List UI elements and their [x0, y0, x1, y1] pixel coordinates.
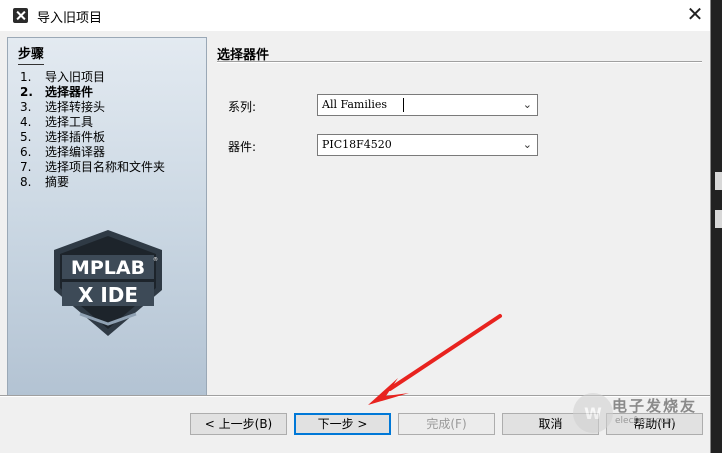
svg-text:®: ®	[153, 256, 158, 263]
next-button[interactable]: 下一步 >	[294, 413, 391, 435]
device-label: 器件:	[228, 140, 257, 154]
window-title: 导入旧项目	[37, 11, 103, 26]
background-widget	[715, 172, 722, 190]
background-widget	[715, 210, 722, 228]
step-item: 1. 导入旧项目	[20, 70, 106, 84]
app-icon	[13, 8, 28, 23]
steps-list: 1. 导入旧项目 2. 选择器件 3. 选择转接头 4. 选择工具 5. 选择插件板 6.…	[20, 70, 165, 190]
family-select[interactable]: All Families ⌄	[317, 94, 538, 116]
svg-text:X IDE: X IDE	[78, 283, 138, 307]
watermark-url: elecfans.com	[615, 416, 675, 426]
chevron-down-icon[interactable]: ⌄	[523, 98, 532, 111]
chevron-down-icon[interactable]: ⌄	[523, 138, 532, 151]
step-item: 3. 选择转接头	[20, 100, 106, 114]
mplab-x-ide-logo: MPLAB ® X IDE	[54, 230, 162, 336]
steps-title: 步骤	[18, 43, 45, 65]
step-item: 5. 选择插件板	[20, 130, 106, 144]
svg-text:W: W	[584, 404, 602, 423]
device-select[interactable]: PIC18F4520 ⌄	[317, 134, 538, 156]
step-item-current: 2. 选择器件	[20, 85, 94, 99]
steps-panel: 步骤 1. 导入旧项目 2. 选择器件 3. 选择转接头 4. 选择工具 5. 选择插件板…	[7, 37, 207, 396]
svg-text:MPLAB: MPLAB	[71, 257, 145, 279]
divider	[217, 62, 702, 63]
close-button[interactable]: ✕	[682, 3, 708, 27]
family-label: 系列:	[228, 100, 257, 114]
title-bar[interactable]: 导入旧项目 ✕	[0, 0, 710, 31]
back-button[interactable]: < 上一步(B)	[190, 413, 287, 435]
step-item: 8. 摘要	[20, 175, 70, 189]
family-value: All Families	[322, 98, 388, 111]
watermark-text: 电子发烧友	[612, 397, 698, 415]
finish-button[interactable]: 完成(F)	[398, 413, 495, 435]
text-caret	[403, 98, 404, 112]
step-item: 6. 选择编译器	[20, 145, 106, 159]
device-value: PIC18F4520	[322, 138, 392, 151]
step-item: 4. 选择工具	[20, 115, 94, 129]
step-item: 7. 选择项目名称和文件夹	[20, 160, 166, 174]
